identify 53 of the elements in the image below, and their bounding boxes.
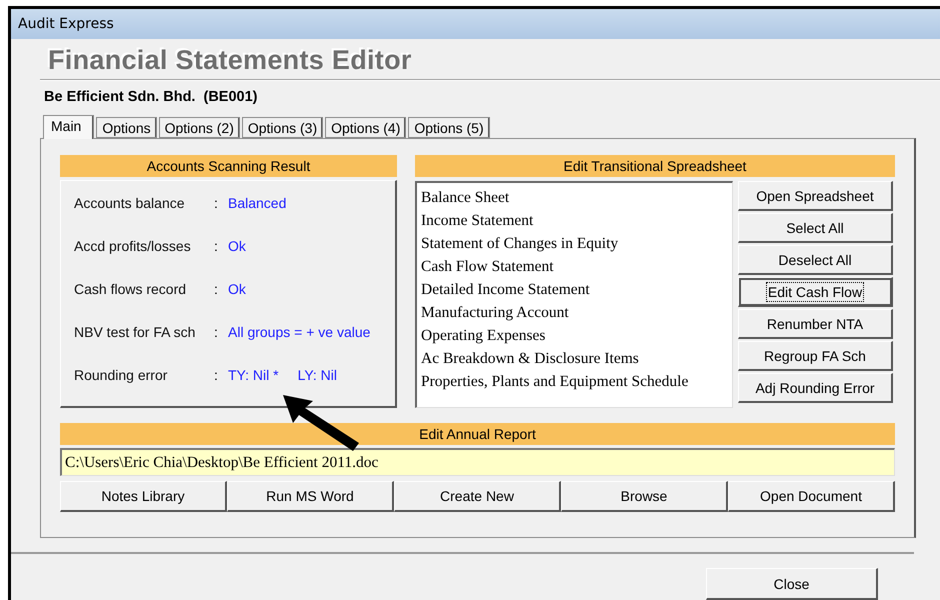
close-button[interactable]: Close bbox=[706, 568, 878, 600]
colon-separator: : bbox=[214, 195, 219, 211]
result-label: Rounding error bbox=[74, 367, 168, 383]
action-button[interactable]: Edit Cash Flow bbox=[738, 277, 893, 307]
file-path-field[interactable]: C:\Users\Eric Chia\Desktop\Be Efficient 2011.doc bbox=[60, 448, 895, 476]
section-header: Edit Transitional Spreadsheet bbox=[415, 155, 895, 177]
result-label: Accd profits/losses bbox=[74, 238, 192, 254]
report-button[interactable]: Open Document bbox=[728, 481, 895, 512]
tab[interactable]: Options bbox=[96, 117, 157, 138]
action-button[interactable]: Deselect All bbox=[738, 245, 893, 275]
list-item[interactable]: Statement of Changes in Equity bbox=[421, 232, 618, 255]
colon-separator: : bbox=[214, 238, 219, 254]
tab[interactable]: Options (2) bbox=[158, 117, 240, 138]
colon-separator: : bbox=[214, 324, 219, 340]
list-item[interactable]: Manufacturing Account bbox=[421, 301, 569, 324]
result-value: Balanced bbox=[228, 195, 286, 211]
action-button[interactable]: Adj Rounding Error bbox=[738, 373, 893, 403]
list-item[interactable]: Cash Flow Statement bbox=[421, 255, 554, 278]
result-value: LY: Nil bbox=[298, 367, 338, 383]
result-value: Ok bbox=[228, 238, 246, 254]
result-label: NBV test for FA sch bbox=[74, 324, 196, 340]
list-item[interactable]: Detailed Income Statement bbox=[421, 278, 590, 301]
colon-separator: : bbox=[214, 367, 219, 383]
result-value: All groups = + ve value bbox=[228, 324, 370, 340]
editor-heading: Financial Statements Editor bbox=[47, 44, 412, 76]
tab[interactable]: Options (3) bbox=[242, 117, 324, 138]
action-button[interactable]: Renumber NTA bbox=[738, 309, 893, 339]
action-button[interactable]: Open Spreadsheet bbox=[738, 181, 893, 211]
company-name: Be Efficient Sdn. Bhd. (BE001) bbox=[43, 89, 258, 105]
section-header: Accounts Scanning Result bbox=[60, 155, 397, 177]
result-value: Ok bbox=[228, 281, 246, 297]
list-item[interactable]: Operating Expenses bbox=[421, 324, 546, 347]
report-button[interactable]: Run MS Word bbox=[227, 481, 394, 512]
result-value: TY: Nil * bbox=[228, 367, 279, 383]
colon-separator: : bbox=[214, 281, 219, 297]
tab[interactable]: Options (4) bbox=[325, 117, 406, 138]
action-button[interactable]: Regroup FA Sch bbox=[738, 341, 893, 371]
list-item[interactable]: Balance Sheet bbox=[421, 186, 510, 209]
result-label: Cash flows record bbox=[74, 281, 188, 297]
list-item[interactable]: Properties, Plants and Equipment Schedule bbox=[421, 370, 688, 393]
result-label: Accounts balance bbox=[74, 195, 186, 211]
report-button[interactable]: Notes Library bbox=[60, 481, 227, 512]
report-button[interactable]: Browse bbox=[561, 481, 728, 512]
tab[interactable]: Options (5) bbox=[408, 117, 490, 138]
list-item[interactable]: Income Statement bbox=[421, 209, 534, 232]
statement-list[interactable] bbox=[415, 181, 733, 408]
section-header: Edit Annual Report bbox=[60, 423, 895, 445]
tab[interactable]: Main bbox=[43, 115, 94, 139]
arrow-icon bbox=[283, 395, 359, 451]
list-item[interactable]: Ac Breakdown & Disclosure Items bbox=[421, 347, 639, 370]
action-button[interactable]: Select All bbox=[738, 213, 893, 243]
report-button[interactable]: Create New bbox=[394, 481, 561, 512]
window-title: Audit Express bbox=[18, 16, 114, 32]
